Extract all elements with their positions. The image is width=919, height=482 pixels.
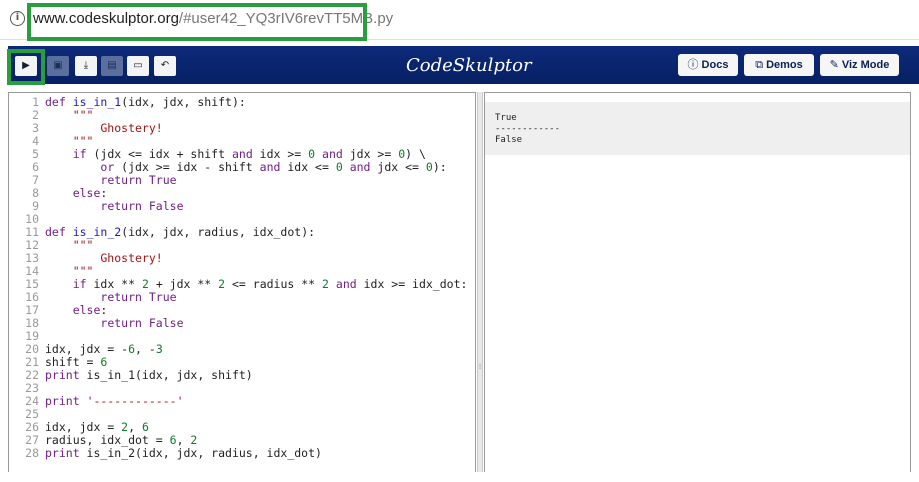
save-icon: ▣ bbox=[53, 60, 63, 71]
code-text: return False bbox=[100, 316, 184, 330]
code-text: print is_in_1(idx, jdx, shift) bbox=[45, 368, 253, 382]
pencil-icon: ✎ bbox=[829, 59, 839, 71]
code-line: 24 print '------------' bbox=[9, 395, 467, 408]
download-icon: ⤓ bbox=[83, 60, 89, 71]
grip-icon: ⁞ bbox=[478, 362, 482, 371]
docs-label: Docs bbox=[701, 59, 729, 71]
demos-button[interactable]: ⧉ Demos bbox=[744, 54, 814, 76]
run-highlight-box bbox=[7, 49, 45, 85]
url-highlight-box bbox=[27, 3, 367, 41]
pane-splitter[interactable]: ⁞ bbox=[477, 92, 483, 472]
code-line: 9 return False bbox=[9, 200, 467, 213]
code-editor[interactable]: 1 def is_in_1(idx, jdx, shift): 2 """ 3 Gho… bbox=[8, 92, 476, 472]
code-text: return False bbox=[100, 199, 184, 213]
code-line: 18 return False bbox=[9, 317, 467, 330]
info-circle-icon: ⓘ bbox=[687, 59, 699, 71]
undo-icon: ↶ bbox=[160, 60, 170, 71]
reset-button[interactable]: ↶ bbox=[154, 56, 176, 76]
folder-icon: ▭ bbox=[133, 60, 143, 71]
briefcase-icon: ▤ bbox=[107, 60, 117, 71]
app-logo: CodeSkulptor bbox=[406, 55, 532, 76]
code-line: 28 print is_in_2(idx, jdx, radius, idx_do… bbox=[9, 447, 467, 460]
browser-address-bar[interactable]: i www.codeskulptor.org/#user42_YQ3rIV6re… bbox=[0, 0, 919, 41]
code-text: print '------------' bbox=[45, 394, 184, 408]
viz-mode-label: Viz Mode bbox=[841, 59, 890, 71]
console-output: True ------------ False bbox=[485, 102, 910, 155]
info-icon[interactable]: i bbox=[10, 11, 25, 26]
link-icon: ⧉ bbox=[755, 59, 764, 71]
download-button[interactable]: ⤓ bbox=[75, 56, 97, 76]
code-lines: 1 def is_in_1(idx, jdx, shift): 2 """ 3 Gho… bbox=[9, 96, 467, 460]
save-button[interactable]: ▣ bbox=[47, 56, 69, 76]
output-pane: True ------------ False bbox=[484, 92, 911, 472]
fresh-url-button[interactable]: ▤ bbox=[101, 56, 123, 76]
viz-mode-button[interactable]: ✎ Viz Mode bbox=[820, 54, 899, 76]
code-line: 22 print is_in_1(idx, jdx, shift) bbox=[9, 369, 467, 382]
open-local-button[interactable]: ▭ bbox=[127, 56, 149, 76]
demos-label: Demos bbox=[766, 59, 803, 71]
code-text: print is_in_2(idx, jdx, radius, idx_dot) bbox=[45, 446, 322, 460]
codeskulptor-header: ▶ ▣ ⤓ ▤ ▭ ↶ CodeSkulptor ⓘ Docs ⧉ Demos ✎ V… bbox=[8, 46, 919, 84]
docs-button[interactable]: ⓘ Docs bbox=[678, 54, 738, 76]
line-number: 28 bbox=[25, 446, 39, 460]
